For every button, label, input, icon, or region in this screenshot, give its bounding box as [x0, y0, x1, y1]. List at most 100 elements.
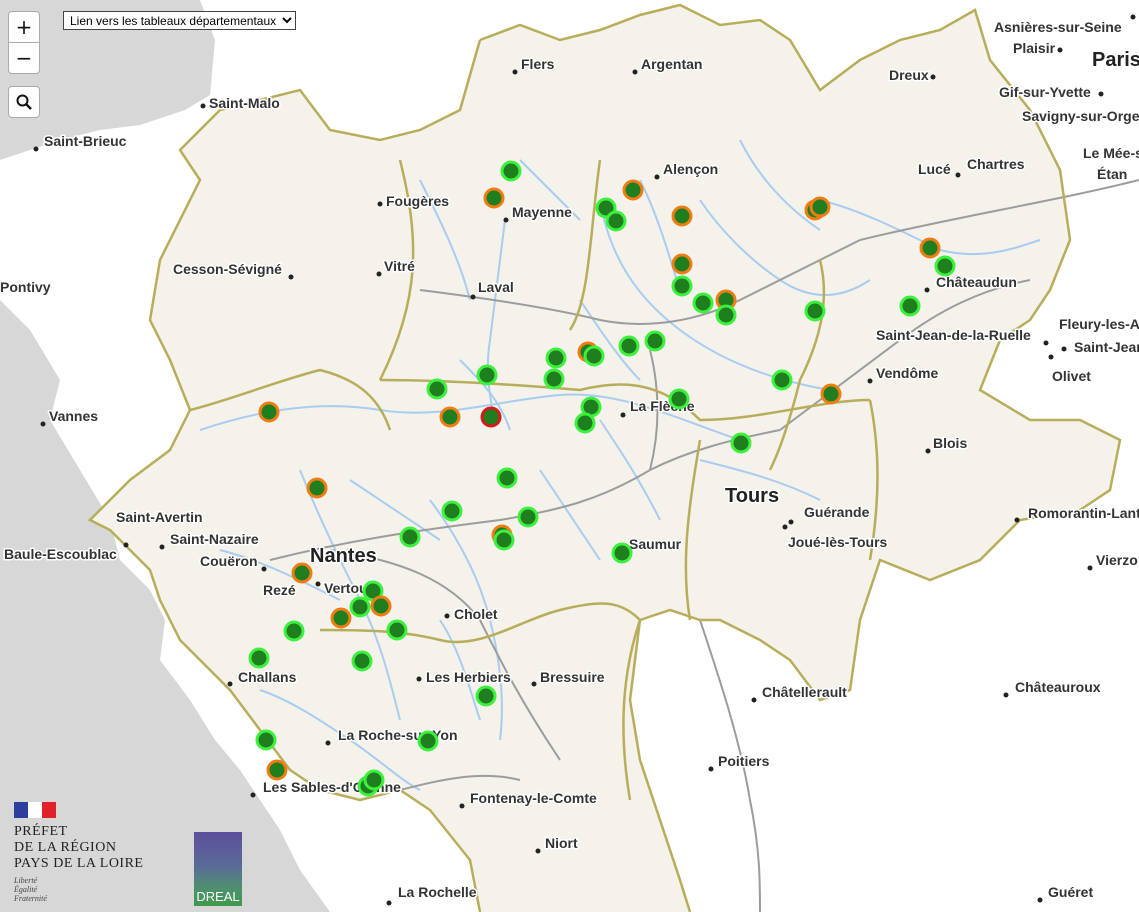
station-marker-green[interactable] [441, 500, 463, 522]
city-dot [535, 848, 541, 854]
station-marker-orange[interactable] [809, 196, 831, 218]
city-label: Étan [1097, 166, 1127, 182]
city-label: Fleury-les-A [1059, 316, 1139, 332]
station-marker-orange[interactable] [919, 237, 941, 259]
city-label: Rezé [263, 582, 296, 598]
city-dot [1014, 517, 1020, 523]
city-label: Fontenay-le-Comte [470, 790, 597, 806]
department-table-select[interactable]: Lien vers les tableaux départementaux [63, 11, 296, 30]
station-marker-green[interactable] [545, 347, 567, 369]
prefet-line-2: DE LA RÉGION [14, 840, 117, 855]
city-label: Argentan [641, 56, 702, 72]
city-dot [867, 378, 873, 384]
city-dot [620, 412, 626, 418]
map-canvas[interactable]: Flers Argentan Asnières-sur-Seine Plaisir Pa… [0, 0, 1139, 912]
station-marker-green[interactable] [475, 685, 497, 707]
zoom-in-button[interactable]: + [8, 11, 40, 43]
station-marker-green[interactable] [715, 304, 737, 326]
station-marker-orange[interactable] [671, 253, 693, 275]
city-label: Cesson-Sévigné [173, 261, 282, 277]
station-marker-green[interactable] [426, 378, 448, 400]
city-dot [1003, 692, 1009, 698]
station-marker-orange[interactable] [622, 179, 644, 201]
city-dot [377, 201, 383, 207]
city-dot [40, 421, 46, 427]
city-dot [708, 766, 714, 772]
station-marker-green[interactable] [493, 529, 515, 551]
station-marker-orange[interactable] [439, 406, 461, 428]
city-label: Saint-Brieuc [44, 133, 127, 149]
city-dot [512, 69, 518, 75]
city-label: Savigny-sur-Orge [1022, 108, 1139, 124]
city-dot [1057, 47, 1063, 53]
station-marker-green[interactable] [386, 619, 408, 641]
city-label: Alençon [663, 161, 718, 177]
city-dot [227, 681, 233, 687]
station-marker-green[interactable] [934, 255, 956, 277]
city-dot [751, 697, 757, 703]
station-marker-green[interactable] [771, 369, 793, 391]
city-dot [416, 676, 422, 682]
zoom-out-button[interactable]: − [8, 42, 40, 74]
station-marker-orange[interactable] [671, 205, 693, 227]
city-dot [1130, 14, 1136, 20]
station-marker-green[interactable] [476, 364, 498, 386]
city-dot [654, 174, 660, 180]
motto-egalite: Égalité [14, 885, 38, 894]
station-marker-green[interactable] [500, 160, 522, 182]
city-label: Saint-Nazaire [170, 531, 259, 547]
station-marker-green[interactable] [730, 432, 752, 454]
city-dot [444, 613, 450, 619]
station-marker-green[interactable] [255, 729, 277, 751]
station-marker-green[interactable] [283, 620, 305, 642]
station-marker-orange[interactable] [291, 562, 313, 584]
station-marker-green[interactable] [618, 335, 640, 357]
city-label: Guéret [1048, 884, 1093, 900]
city-dot [470, 294, 476, 300]
station-marker-orange[interactable] [266, 759, 288, 781]
city-dot [531, 681, 537, 687]
station-marker-green[interactable] [899, 295, 921, 317]
city-label: Tours [725, 485, 779, 507]
station-marker-orange[interactable] [306, 477, 328, 499]
station-marker-green[interactable] [644, 330, 666, 352]
city-label: Olivet [1052, 368, 1091, 384]
city-dot [386, 900, 392, 906]
prefet-line-1: PRÉFET [14, 824, 68, 839]
station-marker-green[interactable] [804, 300, 826, 322]
station-marker-orange[interactable] [330, 607, 352, 629]
city-label: La Rochelle [398, 884, 477, 900]
station-marker-green[interactable] [349, 596, 371, 618]
city-dot [1087, 565, 1093, 571]
station-marker-green[interactable] [543, 368, 565, 390]
city-dot [924, 287, 930, 293]
city-label: Vertou [324, 580, 368, 596]
station-marker-green[interactable] [399, 526, 421, 548]
station-marker-orange[interactable] [483, 187, 505, 209]
station-marker-green[interactable] [692, 292, 714, 314]
station-marker-green[interactable] [611, 542, 633, 564]
city-dot [1048, 354, 1054, 360]
station-marker-green[interactable] [417, 730, 439, 752]
city-dot [1037, 897, 1043, 903]
station-marker-red[interactable] [480, 406, 502, 428]
city-dot [782, 524, 788, 530]
station-marker-green[interactable] [574, 412, 596, 434]
station-marker-green[interactable] [248, 647, 270, 669]
station-marker-orange[interactable] [820, 383, 842, 405]
station-marker-green[interactable] [517, 506, 539, 528]
station-marker-green[interactable] [351, 650, 373, 672]
station-marker-orange[interactable] [258, 401, 280, 423]
station-marker-green[interactable] [668, 388, 690, 410]
search-button[interactable] [8, 86, 40, 118]
dreal-logo: DREAL [194, 832, 242, 906]
station-marker-green[interactable] [671, 275, 693, 297]
station-marker-orange[interactable] [370, 595, 392, 617]
station-marker-green[interactable] [605, 210, 627, 232]
city-dot [1043, 340, 1049, 346]
city-label: Poitiers [718, 753, 770, 769]
station-marker-green[interactable] [583, 345, 605, 367]
city-label: Mayenne [512, 204, 572, 220]
station-marker-green[interactable] [363, 769, 385, 791]
station-marker-green[interactable] [496, 467, 518, 489]
